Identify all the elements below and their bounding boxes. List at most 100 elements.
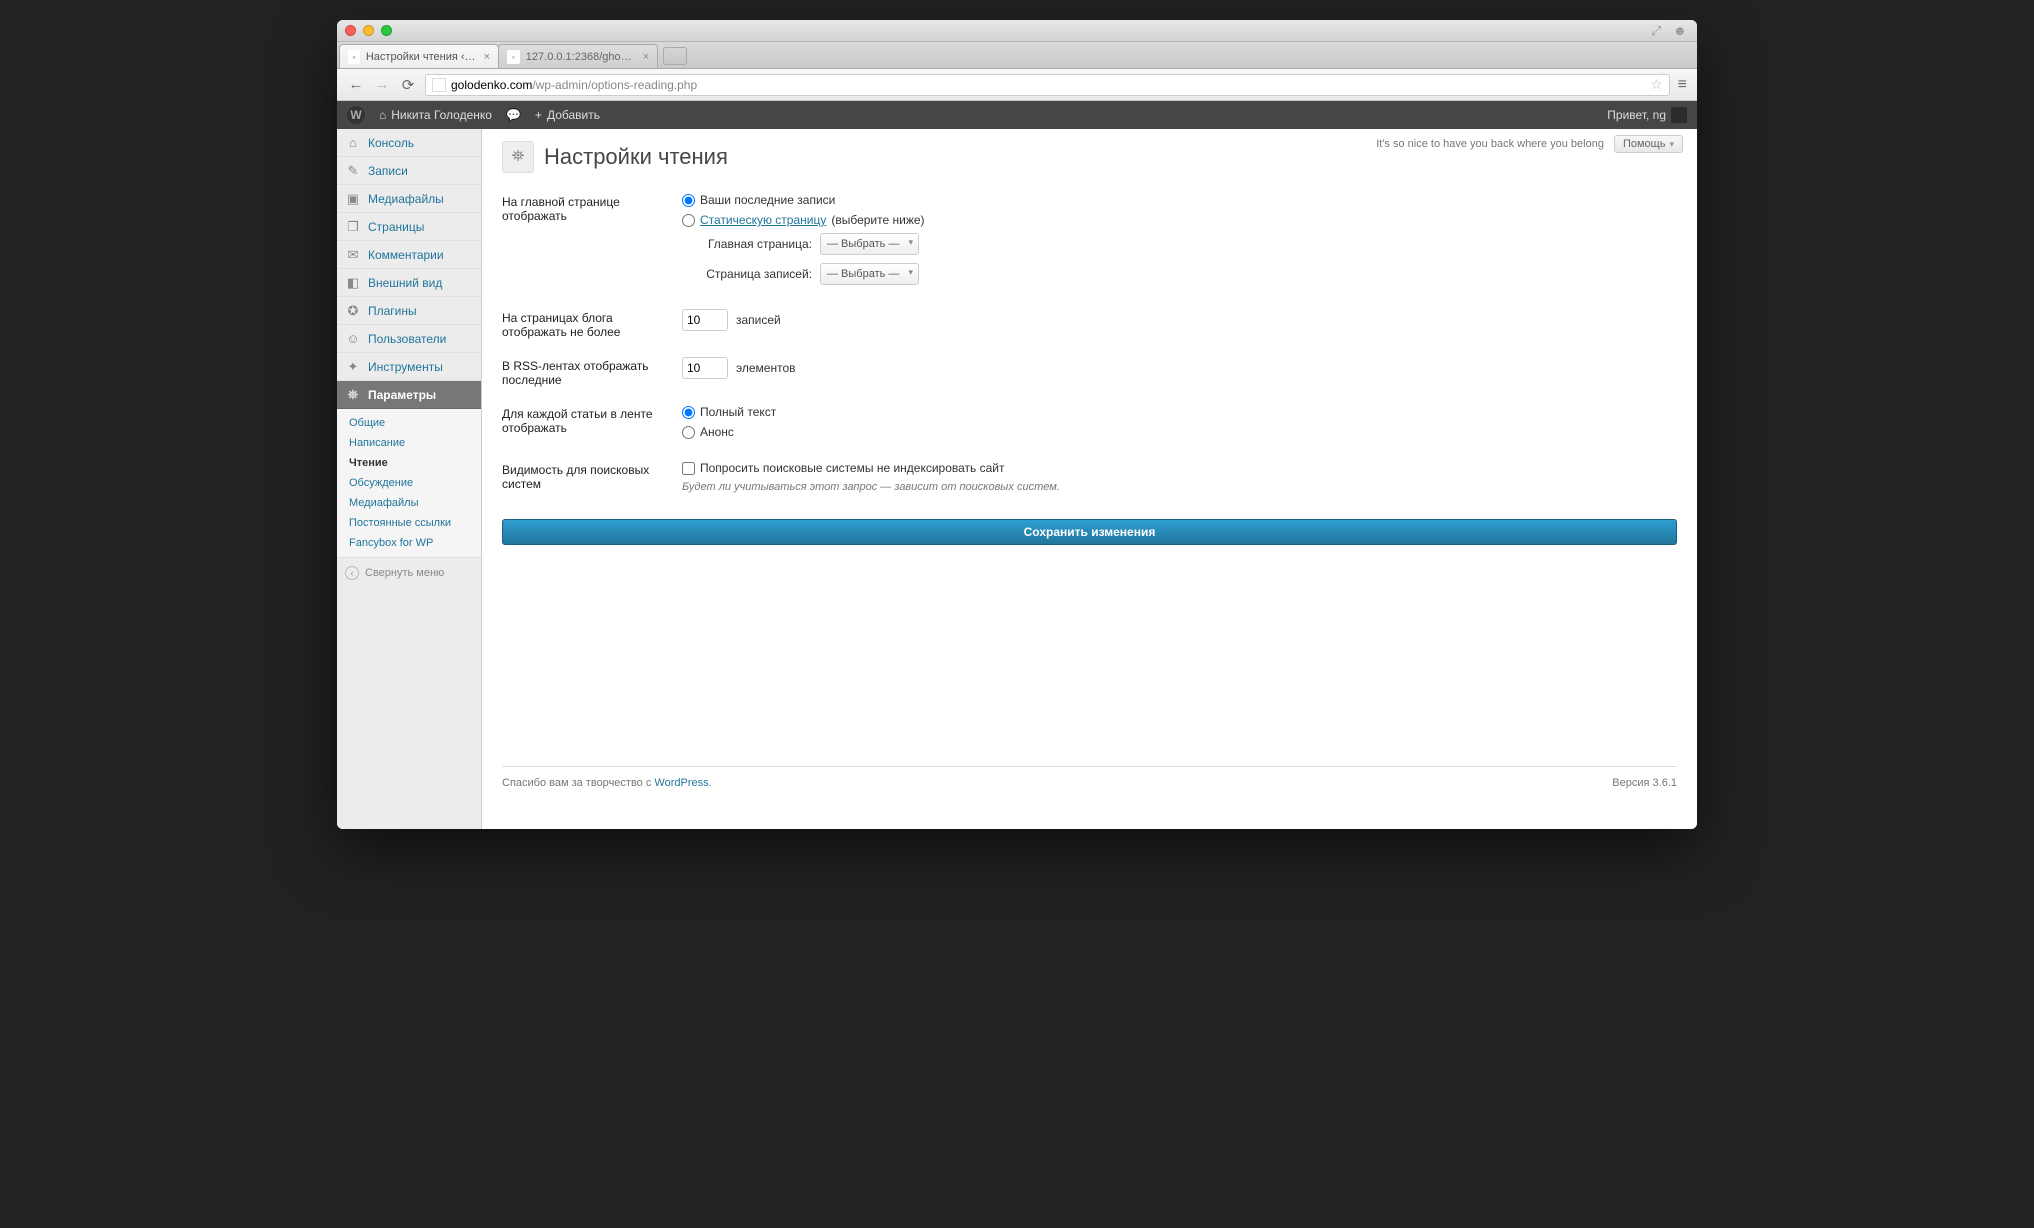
submenu-item[interactable]: Чтение (337, 453, 481, 473)
home-page-select-label: Главная страница: (702, 237, 812, 251)
welcome-message: It's so nice to have you back where you … (1376, 138, 1604, 150)
browser-tab-active[interactable]: ◦ Настройки чтения ‹ Никит × (339, 44, 499, 68)
zoom-window-button[interactable] (381, 25, 392, 36)
feed-summary-label: Анонс (700, 425, 734, 439)
favicon-icon: ◦ (348, 50, 360, 64)
menu-label: Консоль (368, 136, 414, 150)
wp-body: ⌂ Консоль ✎ Записи ▣ Медиафайлы ❐Страницы✉Комм… (337, 129, 1697, 829)
comments-link[interactable]: 💬 (506, 108, 521, 122)
incognito-icon: ☻ (1673, 23, 1689, 39)
submenu-item[interactable]: Медиафайлы (337, 493, 481, 513)
settings-submenu: ОбщиеНаписаниеЧтениеОбсуждениеМедиафайлы… (337, 409, 481, 557)
chrome-menu-button[interactable]: ≡ (1678, 76, 1687, 94)
help-toggle[interactable]: Помощь (1614, 135, 1683, 153)
seo-visibility-label: Видимость для поисковых систем (502, 453, 682, 501)
menu-label: Параметры (368, 388, 436, 402)
sidebar-item-комментарии[interactable]: ✉Комментарии (337, 241, 481, 269)
submenu-item[interactable]: Общие (337, 413, 481, 433)
sidebar-item-пользователи[interactable]: ☺Пользователи (337, 325, 481, 353)
tab-label: 127.0.0.1:2368/ghost/set (526, 51, 637, 63)
sidebar-item-внешний вид[interactable]: ◧ Внешний вид (337, 269, 481, 297)
feed-radio-full[interactable] (682, 406, 695, 419)
screen-meta: It's so nice to have you back where you … (1376, 135, 1683, 153)
sidebar-item-параметры[interactable]: ⛯ Параметры (337, 381, 481, 409)
browser-tab-inactive[interactable]: ◦ 127.0.0.1:2368/ghost/set × (498, 44, 658, 68)
close-window-button[interactable] (345, 25, 356, 36)
seo-noindex-checkbox[interactable] (682, 462, 695, 475)
new-tab-button[interactable] (663, 47, 687, 65)
per-page-label: На страницах блога отображать не более (502, 301, 682, 349)
url-toolbar: ← → ⟳ golodenko.com/wp-admin/options-rea… (337, 69, 1697, 101)
sidebar-item-инструменты[interactable]: ✦Инструменты (337, 353, 481, 381)
reload-button[interactable]: ⟳ (399, 76, 417, 94)
menu-icon: ⌂ (345, 135, 361, 151)
posts-per-page-input[interactable] (682, 309, 728, 331)
add-new-link[interactable]: + Добавить (535, 108, 600, 122)
submenu-item[interactable]: Постоянные ссылки (337, 513, 481, 533)
menu-label: Внешний вид (368, 276, 442, 290)
sidebar-item-медиафайлы[interactable]: ▣ Медиафайлы (337, 185, 481, 213)
menu-label: Комментарии (368, 248, 444, 262)
per-page-unit: записей (736, 313, 781, 327)
avatar (1671, 107, 1687, 123)
menu-label: Медиафайлы (368, 192, 444, 206)
content-area: It's so nice to have you back where you … (482, 129, 1697, 829)
sidebar-item-плагины[interactable]: ✪Плагины (337, 297, 481, 325)
front-option-posts[interactable]: Ваши последние записи (682, 193, 1402, 207)
sidebar-item-страницы[interactable]: ❐Страницы (337, 213, 481, 241)
menu-icon: ✪ (345, 303, 361, 319)
home-icon: ⌂ (379, 108, 386, 122)
wordpress-logo-icon[interactable]: W (347, 106, 365, 124)
static-page-link[interactable]: Статическую страницу (700, 213, 826, 227)
greeting-label: Привет, ng (1607, 108, 1666, 122)
settings-form: На главной странице отображать Ваши посл… (502, 185, 1402, 501)
static-page-suffix: (выберите ниже) (831, 213, 924, 227)
save-button[interactable]: Сохранить изменения (502, 519, 1677, 545)
front-option-page[interactable]: Статическую страницу (выберите ниже) (682, 213, 1402, 227)
seo-noindex-option[interactable]: Попросить поисковые системы не индексиро… (682, 461, 1402, 475)
front-radio-posts[interactable] (682, 194, 695, 207)
comment-icon: 💬 (506, 108, 521, 122)
site-name-label: Никита Голоденко (391, 108, 492, 122)
submenu-item[interactable]: Обсуждение (337, 473, 481, 493)
front-radio-page[interactable] (682, 214, 695, 227)
wordpress-link[interactable]: WordPress (654, 777, 708, 789)
tab-strip: ◦ Настройки чтения ‹ Никит × ◦ 127.0.0.1… (337, 42, 1697, 69)
site-name-link[interactable]: ⌂ Никита Голоденко (379, 108, 492, 122)
menu-label: Инструменты (368, 360, 443, 374)
address-bar[interactable]: golodenko.com/wp-admin/options-reading.p… (425, 74, 1670, 96)
help-label: Помощь (1623, 138, 1666, 150)
menu-icon: ▣ (345, 191, 361, 207)
posts-page-select[interactable]: — Выбрать — (820, 263, 919, 285)
url-domain: golodenko.com (451, 78, 532, 92)
feed-radio-summary[interactable] (682, 426, 695, 439)
close-tab-icon[interactable]: × (484, 51, 490, 63)
feed-full-option[interactable]: Полный текст (682, 405, 1402, 419)
url-path: /wp-admin/options-reading.php (532, 78, 697, 92)
forward-button[interactable]: → (373, 76, 391, 93)
sidebar-item-консоль[interactable]: ⌂ Консоль (337, 129, 481, 157)
sidebar-item-записи[interactable]: ✎ Записи (337, 157, 481, 185)
fullscreen-icon[interactable]: ⤢ (1651, 23, 1667, 39)
bookmark-icon[interactable]: ☆ (1650, 76, 1663, 93)
collapse-menu-button[interactable]: ‹ Свернуть меню (337, 557, 481, 587)
minimize-window-button[interactable] (363, 25, 374, 36)
favicon-icon: ◦ (507, 50, 520, 64)
seo-description: Будет ли учитываться этот запрос — завис… (682, 481, 1402, 493)
plus-icon: + (535, 108, 542, 122)
menu-label: Записи (368, 164, 408, 178)
menu-icon: ✎ (345, 163, 361, 179)
account-link[interactable]: Привет, ng (1607, 107, 1687, 123)
close-tab-icon[interactable]: × (643, 51, 649, 63)
admin-footer: Спасибо вам за творчество с WordPress. В… (502, 766, 1677, 789)
collapse-icon: ‹ (345, 566, 359, 580)
feed-summary-option[interactable]: Анонс (682, 425, 1402, 439)
rss-count-input[interactable] (682, 357, 728, 379)
home-page-select[interactable]: — Выбрать — (820, 233, 919, 255)
submenu-item[interactable]: Написание (337, 433, 481, 453)
back-button[interactable]: ← (347, 76, 365, 93)
footer-thanks-text: Спасибо вам за творчество с (502, 777, 654, 789)
submenu-item[interactable]: Fancybox for WP (337, 533, 481, 553)
menu-icon: ◧ (345, 275, 361, 291)
menu-icon: ⛯ (345, 387, 361, 403)
